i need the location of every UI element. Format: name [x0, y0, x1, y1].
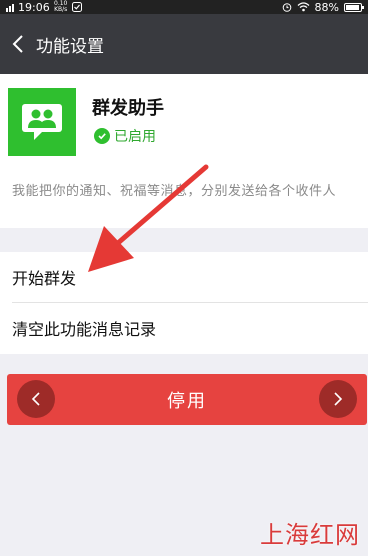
- status-bar-left: 19:06 0.10 KB/s: [6, 0, 82, 14]
- battery-icon: [344, 2, 364, 12]
- back-icon[interactable]: [0, 14, 36, 74]
- net-speed-unit: KB/s: [54, 6, 68, 13]
- status-time: 19:06: [18, 0, 50, 14]
- watermark: 上海红网: [260, 521, 360, 549]
- status-badge: 已启用: [94, 126, 156, 146]
- notification-icon: [71, 2, 82, 12]
- alarm-icon: [282, 3, 291, 12]
- mass-message-icon: [8, 88, 76, 156]
- prev-arrow-icon[interactable]: [17, 380, 55, 418]
- status-text: 已启用: [114, 129, 156, 145]
- plugin-card: 群发助手 已启用: [0, 74, 368, 172]
- clear-message-history-item[interactable]: 清空此功能消息记录: [0, 303, 368, 353]
- net-speed: 0.10 KB/s: [54, 1, 68, 13]
- disable-button[interactable]: 停用: [7, 374, 367, 425]
- menu-list: 开始群发 清空此功能消息记录: [0, 252, 368, 354]
- description-box: 我能把你的通知、祝福等消息，分别发送给各个收件人: [0, 172, 368, 228]
- title-bar: 功能设置: [0, 14, 368, 74]
- status-bar: 19:06 0.10 KB/s 88%: [0, 0, 368, 14]
- signal-icon: [6, 2, 14, 12]
- page-title: 功能设置: [36, 36, 104, 57]
- check-icon: [94, 128, 110, 144]
- plugin-description: 我能把你的通知、祝福等消息，分别发送给各个收件人: [12, 184, 337, 199]
- next-arrow-icon[interactable]: [319, 380, 357, 418]
- battery-percent: 88%: [314, 0, 339, 14]
- wifi-icon: [297, 2, 309, 12]
- start-mass-message-item[interactable]: 开始群发: [0, 252, 368, 302]
- status-bar-right: 88%: [282, 0, 364, 14]
- disable-label: 停用: [167, 390, 207, 412]
- plugin-name: 群发助手: [92, 98, 164, 119]
